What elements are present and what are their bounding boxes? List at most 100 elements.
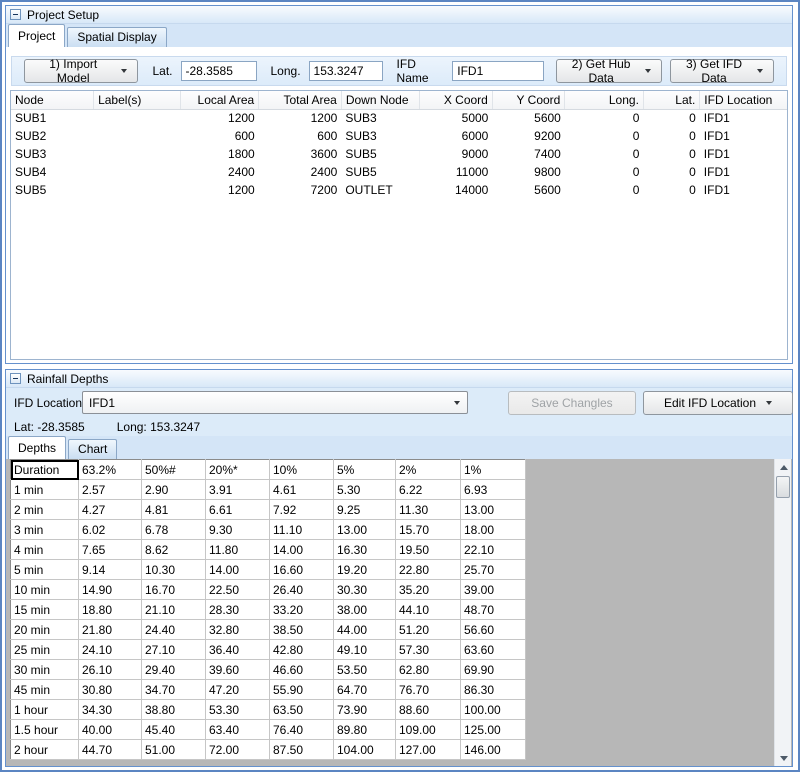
table-cell[interactable]: 22.50	[206, 580, 270, 600]
table-cell[interactable]: IFD1	[700, 109, 788, 127]
table-cell[interactable]: 600	[180, 127, 259, 145]
table-cell[interactable]: 73.90	[334, 700, 396, 720]
table-cell[interactable]: 53.50	[334, 660, 396, 680]
table-cell[interactable]: 21.80	[79, 620, 142, 640]
table-row[interactable]: 1 hour34.3038.8053.3063.5073.9088.60100.…	[11, 700, 526, 720]
table-cell[interactable]: IFD1	[700, 181, 788, 199]
table-cell[interactable]: 51.20	[396, 620, 461, 640]
table-cell[interactable]: 30.80	[79, 680, 142, 700]
table-cell[interactable]: 11.10	[270, 520, 334, 540]
table-cell[interactable]: 13.00	[334, 520, 396, 540]
table-cell[interactable]: 0	[643, 181, 699, 199]
table-cell[interactable]: 9.30	[206, 520, 270, 540]
scroll-down-button[interactable]	[775, 750, 792, 766]
table-cell[interactable]: 0	[565, 109, 644, 127]
table-cell[interactable]: 30.30	[334, 580, 396, 600]
table-cell[interactable]: 14.00	[270, 540, 334, 560]
table-cell[interactable]: 7400	[492, 145, 565, 163]
table-cell[interactable]: 109.00	[396, 720, 461, 740]
table-cell[interactable]: 18.80	[79, 600, 142, 620]
table-cell[interactable]: 63.60	[461, 640, 526, 660]
table-row[interactable]: 2 hour44.7051.0072.0087.50104.00127.0014…	[11, 740, 526, 760]
table-cell[interactable]: 9000	[420, 145, 493, 163]
column-header[interactable]: Local Area	[180, 91, 259, 109]
table-cell[interactable]: 5600	[492, 109, 565, 127]
table-cell[interactable]: 0	[565, 127, 644, 145]
table-cell[interactable]: 7.65	[79, 540, 142, 560]
table-cell[interactable]: SUB2	[11, 127, 94, 145]
table-cell[interactable]: 19.50	[396, 540, 461, 560]
ifd-name-input[interactable]	[452, 61, 544, 81]
table-cell[interactable]: 0	[565, 163, 644, 181]
table-cell[interactable]: 42.80	[270, 640, 334, 660]
table-cell[interactable]: 4.81	[142, 500, 206, 520]
table-cell[interactable]: SUB5	[341, 145, 420, 163]
table-cell[interactable]: 63.40	[206, 720, 270, 740]
table-cell[interactable]: 28.30	[206, 600, 270, 620]
table-cell[interactable]: IFD1	[700, 163, 788, 181]
table-cell[interactable]: 24.40	[142, 620, 206, 640]
table-cell[interactable]: SUB3	[11, 145, 94, 163]
table-cell[interactable]: SUB3	[341, 127, 420, 145]
table-cell[interactable]: 33.20	[270, 600, 334, 620]
table-cell[interactable]: 7.92	[270, 500, 334, 520]
table-cell[interactable]	[94, 127, 181, 145]
table-cell[interactable]: 2400	[259, 163, 342, 181]
vertical-scrollbar[interactable]	[774, 459, 791, 766]
table-cell[interactable]: 11.80	[206, 540, 270, 560]
tab-chart[interactable]: Chart	[68, 439, 117, 459]
table-cell[interactable]	[94, 181, 181, 199]
edit-ifd-location-button[interactable]: Edit IFD Location	[643, 391, 793, 415]
table-row[interactable]: 1.5 hour40.0045.4063.4076.4089.80109.001…	[11, 720, 526, 740]
table-cell[interactable]: 88.60	[396, 700, 461, 720]
table-cell[interactable]: 32.80	[206, 620, 270, 640]
table-cell[interactable]: 10 min	[11, 580, 79, 600]
table-cell[interactable]: 76.40	[270, 720, 334, 740]
collapse-icon[interactable]	[10, 373, 21, 384]
table-cell[interactable]: 2 hour	[11, 740, 79, 760]
table-cell[interactable]: 20%*	[206, 460, 270, 480]
table-cell[interactable]: 146.00	[461, 740, 526, 760]
table-cell[interactable]: 16.30	[334, 540, 396, 560]
table-cell[interactable]: 2400	[180, 163, 259, 181]
table-cell[interactable]: 2 min	[11, 500, 79, 520]
table-cell[interactable]: 600	[259, 127, 342, 145]
table-cell[interactable]: 26.10	[79, 660, 142, 680]
column-header[interactable]: IFD Location	[700, 91, 788, 109]
table-cell[interactable]: 125.00	[461, 720, 526, 740]
table-cell[interactable]: 5.30	[334, 480, 396, 500]
table-cell[interactable]: 10%	[270, 460, 334, 480]
table-cell[interactable]: 14.00	[206, 560, 270, 580]
table-cell[interactable]: 7200	[259, 181, 342, 199]
table-cell[interactable]: 11000	[420, 163, 493, 181]
table-cell[interactable]: 39.60	[206, 660, 270, 680]
table-cell[interactable]: 5000	[420, 109, 493, 127]
table-cell[interactable]: 47.20	[206, 680, 270, 700]
table-cell[interactable]: 0	[565, 145, 644, 163]
table-row[interactable]: SUB424002400SUB511000980000IFD1	[11, 163, 788, 181]
table-cell[interactable]: 1.5 hour	[11, 720, 79, 740]
table-row[interactable]: NodeLabel(s)Local AreaTotal AreaDown Nod…	[11, 91, 788, 109]
table-cell[interactable]: 6.93	[461, 480, 526, 500]
table-cell[interactable]: 55.90	[270, 680, 334, 700]
column-header[interactable]: Label(s)	[94, 91, 181, 109]
ifd-location-combobox[interactable]: IFD1	[82, 391, 468, 414]
table-cell[interactable]: 6.22	[396, 480, 461, 500]
column-header[interactable]: Node	[11, 91, 94, 109]
table-cell[interactable]: 15 min	[11, 600, 79, 620]
table-cell[interactable]: 14.90	[79, 580, 142, 600]
table-row[interactable]: 25 min24.1027.1036.4042.8049.1057.3063.6…	[11, 640, 526, 660]
table-cell[interactable]: 63.50	[270, 700, 334, 720]
table-cell[interactable]: IFD1	[700, 127, 788, 145]
table-cell[interactable]: 44.00	[334, 620, 396, 640]
scroll-thumb[interactable]	[776, 476, 790, 498]
table-cell[interactable]: 34.70	[142, 680, 206, 700]
table-cell[interactable]: 72.00	[206, 740, 270, 760]
table-cell[interactable]: 50%#	[142, 460, 206, 480]
table-cell[interactable]: 4.27	[79, 500, 142, 520]
table-cell[interactable]: 27.10	[142, 640, 206, 660]
table-cell[interactable]: 0	[565, 181, 644, 199]
table-cell[interactable]	[94, 145, 181, 163]
table-row[interactable]: 45 min30.8034.7047.2055.9064.7076.7086.3…	[11, 680, 526, 700]
table-cell[interactable]: 1200	[259, 109, 342, 127]
